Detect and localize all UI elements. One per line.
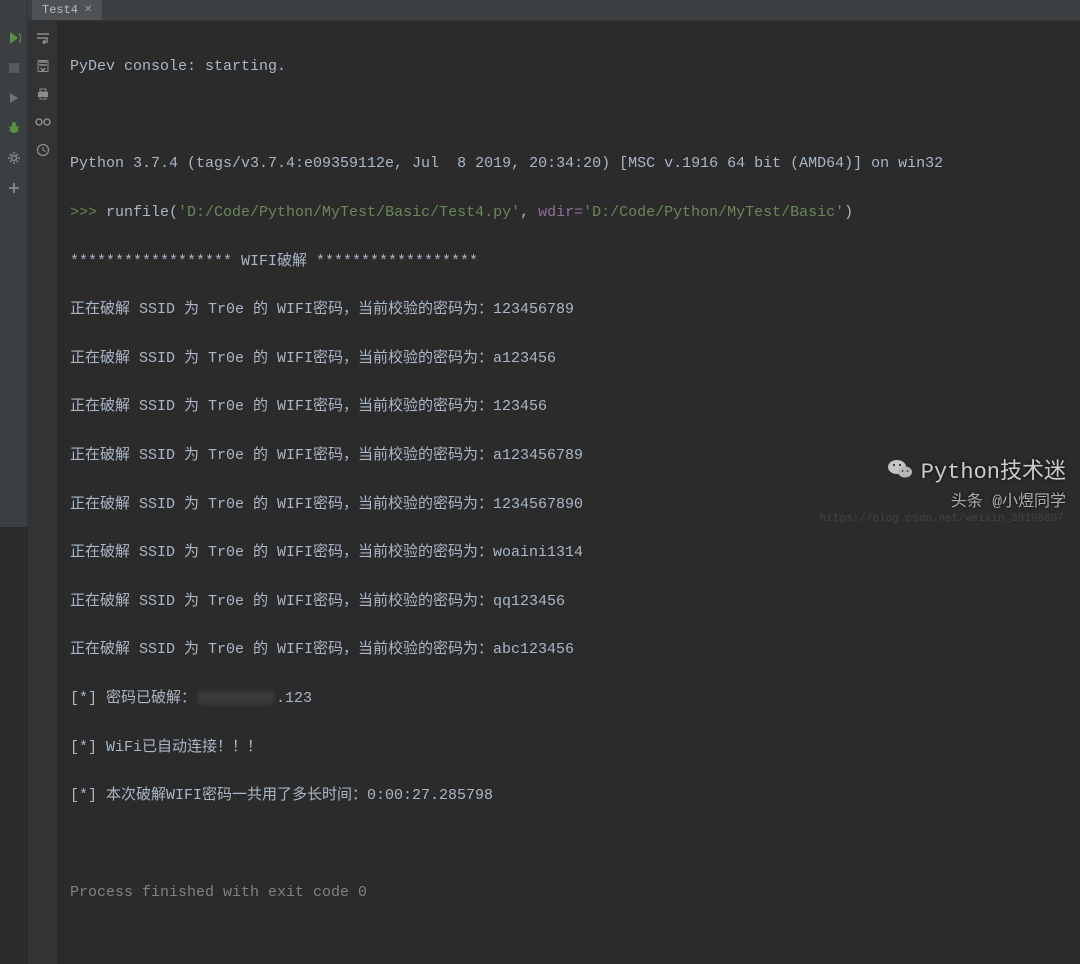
watermark-text-1: Python技术迷 — [921, 453, 1066, 485]
tab-label: Test4 — [42, 3, 78, 17]
console-line: [*] 密码已破解： .123 — [70, 687, 1068, 711]
console-line — [70, 833, 1068, 857]
wechat-icon — [887, 458, 913, 480]
console-line: [*] WiFi已自动连接！！！ — [70, 736, 1068, 760]
scroll-end-icon[interactable] — [34, 57, 52, 75]
console-toolbar — [28, 21, 58, 964]
console-line: 正在破解 SSID 为 Tr0e 的 WIFI密码，当前校验的密码为：abc12… — [70, 638, 1068, 662]
tab-test4[interactable]: Test4 ✕ — [32, 0, 102, 20]
kwarg: wdir= — [538, 204, 583, 221]
redacted — [198, 691, 274, 705]
play-icon[interactable] — [6, 90, 22, 106]
watermark-text-2: 头条 @小煜同学 — [887, 487, 1066, 511]
cracked-prefix: [*] 密码已破解： — [70, 690, 196, 707]
print-icon[interactable] — [34, 85, 52, 103]
console-line: [*] 本次破解WIFI密码一共用了多长时间：0:00:27.285798 — [70, 784, 1068, 808]
stop-icon[interactable] — [6, 60, 22, 76]
cracked-suffix: .123 — [276, 690, 312, 707]
history-icon[interactable] — [34, 141, 52, 159]
console-line: 正在破解 SSID 为 Tr0e 的 WIFI密码，当前校验的密码为：qq123… — [70, 590, 1068, 614]
rerun-icon[interactable] — [6, 30, 22, 46]
console-line: 正在破解 SSID 为 Tr0e 的 WIFI密码，当前校验的密码为：12345… — [70, 395, 1068, 419]
console-line: ****************** WIFI破解 **************… — [70, 250, 1068, 274]
console-line: 正在破解 SSID 为 Tr0e 的 WIFI密码，当前校验的密码为：a1234… — [70, 347, 1068, 371]
console-line: PyDev console: starting. — [70, 55, 1068, 79]
comma: , — [520, 204, 538, 221]
watermark-url: https://blog.csdn.net/weixin_39198897 — [820, 513, 1064, 525]
console-line: Process finished with exit code 0 — [70, 881, 1068, 905]
variables-icon[interactable] — [34, 113, 52, 131]
add-icon[interactable] — [6, 180, 22, 196]
console-line — [70, 104, 1068, 128]
string-literal: 'D:/Code/Python/MyTest/Basic/Test4.py' — [178, 204, 520, 221]
console-line: 正在破解 SSID 为 Tr0e 的 WIFI密码，当前校验的密码为：12345… — [70, 298, 1068, 322]
left-toolbar — [0, 0, 28, 527]
console-line: Python 3.7.4 (tags/v3.7.4:e09359112e, Ju… — [70, 152, 1068, 176]
close-icon[interactable]: ✕ — [84, 4, 92, 16]
bug-icon[interactable] — [6, 120, 22, 136]
string-literal: 'D:/Code/Python/MyTest/Basic' — [583, 204, 844, 221]
settings-icon[interactable] — [6, 150, 22, 166]
console-line: 正在破解 SSID 为 Tr0e 的 WIFI密码，当前校验的密码为：woain… — [70, 541, 1068, 565]
paren: ) — [844, 204, 853, 221]
watermark: Python技术迷 头条 @小煜同学 — [887, 453, 1066, 511]
tab-bar: Test4 ✕ — [28, 0, 1080, 21]
console-line: >>> runfile('D:/Code/Python/MyTest/Basic… — [70, 201, 1068, 225]
fn-name: runfile( — [106, 204, 178, 221]
prompt: >>> — [70, 204, 106, 221]
soft-wrap-icon[interactable] — [34, 29, 52, 47]
